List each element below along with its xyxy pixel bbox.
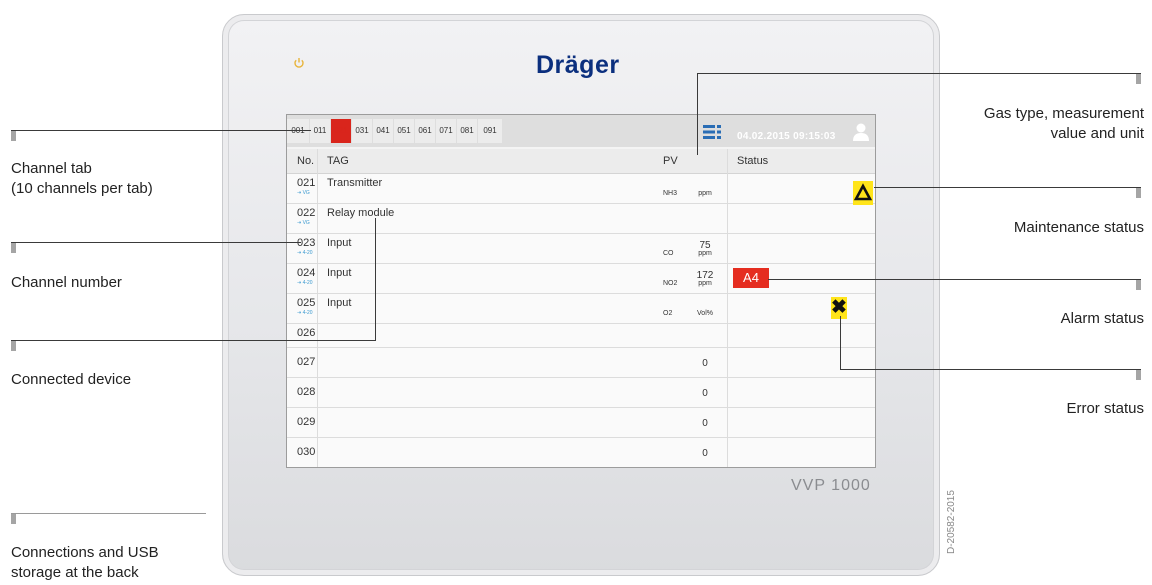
tab-001[interactable]: 001	[287, 119, 309, 143]
callout-marker	[11, 513, 16, 524]
leader-line	[840, 316, 841, 369]
table-row[interactable]: 029 0	[287, 408, 875, 438]
channel-signal-type: ⇥ 4-20	[297, 250, 313, 256]
channel-tag: Relay module	[327, 207, 395, 219]
table-row[interactable]: 028 0	[287, 378, 875, 408]
callout-marker	[1136, 369, 1141, 380]
alarm-status-badge[interactable]: A4	[733, 268, 769, 288]
leader-line	[375, 218, 376, 340]
channel-number: 021	[297, 177, 316, 189]
tab-041[interactable]: 041	[373, 119, 393, 143]
error-status-icon[interactable]: ✖	[831, 297, 847, 319]
model-label: VVP 1000	[791, 477, 871, 494]
callout-marker	[1136, 73, 1141, 84]
table-row[interactable]: 021 ⇥ VG Transmitter NH3 ppm	[287, 174, 875, 204]
measurement-value: 0	[702, 418, 708, 429]
column-header-status: Status	[737, 155, 769, 167]
annotation-connections: Connections and USB	[11, 544, 159, 561]
annotation-connections-detail: storage at the back	[11, 564, 139, 581]
channel-number: 029	[297, 416, 316, 428]
channel-signal-type: ⇥ 4-20	[297, 310, 313, 316]
datetime-display: 04.02.2015 09:15:03	[737, 131, 836, 142]
annotation-error: Error status	[1066, 400, 1144, 417]
measurement-unit: Vol%	[697, 310, 713, 317]
channel-tag: Transmitter	[327, 177, 383, 189]
tab-081[interactable]: 081	[457, 119, 477, 143]
annotation-channel-number: Channel number	[11, 274, 122, 291]
channel-number: 024	[297, 267, 316, 279]
user-icon[interactable]	[853, 123, 869, 141]
callout-marker	[1136, 279, 1141, 290]
callout-marker	[11, 340, 16, 351]
leader-line	[697, 73, 1141, 74]
leader-line	[840, 369, 1141, 370]
channel-tag: Input	[327, 297, 352, 309]
measurement-value: 0	[702, 448, 708, 459]
menu-icon[interactable]	[703, 125, 721, 139]
callout-marker	[11, 242, 16, 253]
column-divider	[727, 149, 728, 467]
tab-021[interactable]: 021	[331, 119, 351, 143]
channel-tab-bar: 001 011 021 031 041 051 061 071 081 091 …	[287, 115, 875, 147]
tab-071[interactable]: 071	[436, 119, 456, 143]
gas-type: CO	[663, 250, 674, 257]
image-code-label: D-20582-2015	[946, 490, 957, 554]
table-row[interactable]: 030 0	[287, 438, 875, 467]
channel-number: 030	[297, 446, 316, 458]
channel-number: 025	[297, 297, 316, 309]
callout-marker	[11, 130, 16, 141]
svg-text:D-20582-2015: D-20582-2015	[946, 490, 957, 554]
brand-logo: Dräger	[536, 51, 620, 79]
gas-type: O2	[663, 310, 673, 317]
measurement-unit: ppm	[698, 250, 712, 257]
gas-type: NO2	[663, 280, 678, 287]
measurement-value: 0	[702, 388, 708, 399]
channel-number: 023	[297, 237, 316, 249]
annotation-channel-tab: Channel tab	[11, 160, 92, 177]
annotation-gas-type: Gas type, measurement	[983, 105, 1144, 122]
maintenance-status-icon[interactable]	[853, 181, 873, 205]
tab-031[interactable]: 031	[352, 119, 372, 143]
leader-line	[768, 279, 1141, 280]
callout-marker	[1136, 187, 1141, 198]
tab-091[interactable]: 091	[478, 119, 502, 143]
channel-number: 022	[297, 207, 316, 219]
measurement-unit: ppm	[698, 280, 712, 287]
leader-line	[697, 73, 698, 155]
annotation-channel-tab-detail: (10 channels per tab)	[11, 180, 153, 197]
power-icon[interactable]	[293, 57, 305, 69]
annotation-maintenance: Maintenance status	[1013, 219, 1144, 236]
tab-061[interactable]: 061	[415, 119, 435, 143]
tab-011[interactable]: 011	[310, 119, 330, 143]
measurement-unit: ppm	[698, 190, 712, 197]
tab-051[interactable]: 051	[394, 119, 414, 143]
channel-number: 028	[297, 386, 316, 398]
gas-type: NH3	[663, 190, 678, 197]
channel-signal-type: ⇥ 4-20	[297, 280, 313, 286]
table-header: No. TAG PV Status	[287, 149, 875, 174]
channel-number: 027	[297, 356, 316, 368]
leader-line	[11, 340, 376, 341]
table-row[interactable]: 027 0	[287, 348, 875, 378]
channel-tag: Input	[327, 267, 352, 279]
column-header-pv: PV	[663, 155, 678, 167]
annotation-connected-device: Connected device	[11, 371, 132, 388]
annotation-gas-type-detail: value and unit	[1050, 125, 1144, 142]
channel-signal-type: ⇥ VG	[297, 220, 310, 226]
column-header-no: No.	[297, 155, 315, 167]
leader-line	[11, 242, 301, 243]
channel-number: 026	[297, 327, 316, 339]
channel-signal-type: ⇥ VG	[297, 190, 310, 196]
measurement-value: 0	[702, 358, 708, 369]
column-divider	[317, 149, 318, 467]
column-header-tag: TAG	[327, 155, 349, 167]
leader-line	[11, 130, 311, 131]
channel-tag: Input	[327, 237, 352, 249]
annotation-alarm: Alarm status	[1060, 310, 1144, 327]
leader-line	[874, 187, 1141, 188]
leader-line	[11, 513, 206, 514]
